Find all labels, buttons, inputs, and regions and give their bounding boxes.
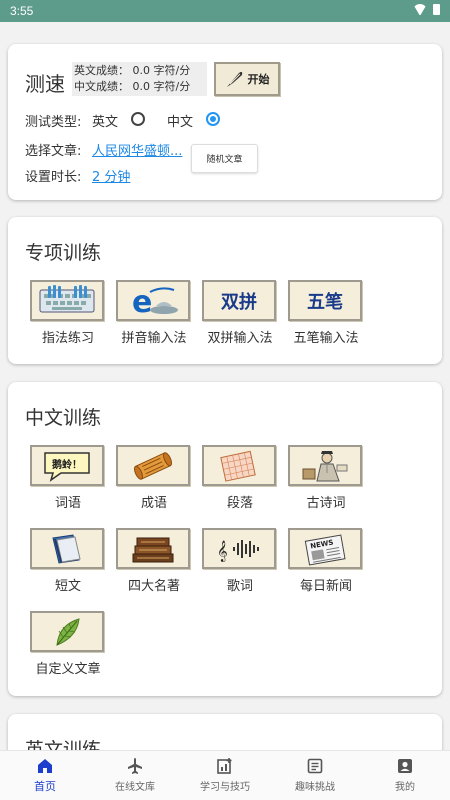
svg-text:e: e — [132, 285, 152, 318]
music-wave-icon: 𝄞 — [217, 539, 259, 562]
home-scroll[interactable]: 测速 英文成绩： 0.0 字符/分 中文成绩： 0.0 字符/分 开始 测试类型… — [0, 22, 450, 750]
start-label: 开始 — [247, 73, 270, 86]
airplane-icon — [128, 758, 142, 774]
tile-fingering[interactable]: 指法练习 — [30, 280, 106, 346]
tile-lyrics[interactable]: 𝄞 歌词 — [202, 528, 278, 594]
tile-label: 指法练习 — [41, 331, 94, 346]
nav-label: 趣味挑战 — [295, 782, 335, 793]
pinyin-e-icon: e — [132, 285, 178, 318]
scores-panel: 英文成绩： 0.0 字符/分 中文成绩： 0.0 字符/分 — [72, 62, 207, 96]
speed-test-card: 测速 英文成绩： 0.0 字符/分 中文成绩： 0.0 字符/分 开始 测试类型… — [8, 44, 442, 200]
speed-title: 测速 — [25, 72, 65, 96]
duration-select-link[interactable]: 2 分钟 — [92, 166, 130, 185]
tile-short-essay[interactable]: 短文 — [30, 528, 106, 594]
radio-chinese-label: 中文 — [167, 115, 194, 130]
speech-bubble-icon: 鹅蛉！ — [44, 451, 90, 482]
tile-label: 段落 — [226, 496, 253, 511]
tile-label: 词语 — [54, 496, 81, 511]
keyboard-icon — [39, 284, 95, 312]
nav-home[interactable]: 首页 — [0, 751, 90, 800]
random-article-button[interactable]: 随机文章 — [191, 144, 258, 173]
tile-label: 拼音输入法 — [121, 331, 187, 346]
battery-icon — [433, 4, 440, 15]
tile-label: 歌词 — [226, 579, 253, 594]
tile-paragraph[interactable]: 段落 — [202, 445, 278, 511]
nav-mine[interactable]: 我的 — [360, 751, 450, 800]
tile-label: 成语 — [140, 496, 167, 511]
chinese-training-card: 中文训练 鹅蛉！ 词语 成语 段落 古诗词 短文 四大名著 𝄞 歌词 NEWS … — [8, 382, 442, 696]
book-icon — [52, 533, 81, 564]
nav-label: 我的 — [395, 782, 415, 793]
english-training-card: 英文训练 — [8, 714, 442, 750]
start-button[interactable]: 开始 — [214, 62, 280, 96]
tile-label: 每日新闻 — [299, 579, 352, 594]
nav-label: 学习与技巧 — [200, 782, 250, 793]
article-select-link[interactable]: 人民网华盛顿... — [92, 140, 182, 159]
tile-label: 五笔输入法 — [293, 331, 359, 346]
tile-label: 双拼输入法 — [207, 331, 273, 346]
wubi-icon: 五笔 — [307, 291, 343, 313]
nav-library[interactable]: 在线文库 — [90, 751, 180, 800]
tile-four-classics[interactable]: 四大名著 — [116, 528, 192, 594]
grid-paper-icon — [220, 450, 256, 482]
person-icon — [398, 759, 412, 773]
home-icon — [38, 759, 52, 773]
tile-label: 自定义文章 — [35, 662, 101, 677]
article-label: 选择文章: — [25, 144, 82, 159]
svg-text:𝄞: 𝄞 — [217, 541, 228, 562]
tile-label: 四大名著 — [127, 579, 180, 594]
duration-label: 设置时长: — [25, 170, 82, 185]
chart-plus-icon — [217, 758, 232, 774]
status-icons — [413, 4, 440, 15]
tile-label: 短文 — [54, 579, 81, 594]
chinese-score: 中文成绩： 0.0 字符/分 — [74, 80, 191, 93]
nav-label: 在线文库 — [115, 782, 155, 793]
nav-tips[interactable]: 学习与技巧 — [180, 751, 270, 800]
books-stack-icon — [132, 537, 174, 562]
radio-english[interactable] — [131, 112, 145, 126]
english-score: 英文成绩： 0.0 字符/分 — [74, 64, 191, 77]
bottom-nav: 首页 在线文库 学习与技巧 趣味挑战 我的 — [0, 750, 450, 800]
tile-wubi[interactable]: 五笔 五笔输入法 — [288, 280, 364, 346]
nav-label: 首页 — [34, 780, 56, 793]
status-bar: 3:55 — [0, 0, 450, 22]
quill-icon — [226, 71, 242, 87]
newspaper-icon: NEWS — [304, 533, 346, 566]
radio-english-label: 英文 — [92, 115, 119, 130]
tile-poetry[interactable]: 古诗词 — [288, 445, 364, 511]
tile-words[interactable]: 鹅蛉！ 词语 — [30, 445, 106, 511]
nav-challenge[interactable]: 趣味挑战 — [270, 751, 360, 800]
tile-idioms[interactable]: 成语 — [116, 445, 192, 511]
tile-pinyin[interactable]: e 拼音输入法 — [116, 280, 192, 346]
test-type-label: 测试类型: — [25, 115, 82, 130]
feather-icon — [56, 617, 80, 646]
status-time: 3:55 — [10, 4, 34, 18]
wifi-icon — [413, 4, 427, 15]
chinese-title: 中文训练 — [25, 407, 102, 429]
tile-label: 古诗词 — [306, 496, 346, 511]
special-title: 专项训练 — [25, 242, 102, 264]
svg-text:鹅蛉！: 鹅蛉！ — [52, 458, 82, 471]
tile-custom-article[interactable]: 自定义文章 — [30, 611, 106, 677]
tile-daily-news[interactable]: NEWS 每日新闻 — [288, 528, 364, 594]
radio-chinese[interactable] — [206, 112, 220, 126]
scholar-icon — [302, 450, 348, 481]
special-training-card: 专项训练 指法练习 e 拼音输入法 双拼 双拼输入法 五笔 五笔输入法 — [8, 217, 442, 364]
list-doc-icon — [307, 758, 323, 774]
english-title: 英文训练 — [25, 739, 102, 750]
shuangpin-icon: 双拼 — [221, 291, 257, 313]
scroll-icon — [133, 451, 173, 480]
tile-shuangpin[interactable]: 双拼 双拼输入法 — [202, 280, 278, 346]
